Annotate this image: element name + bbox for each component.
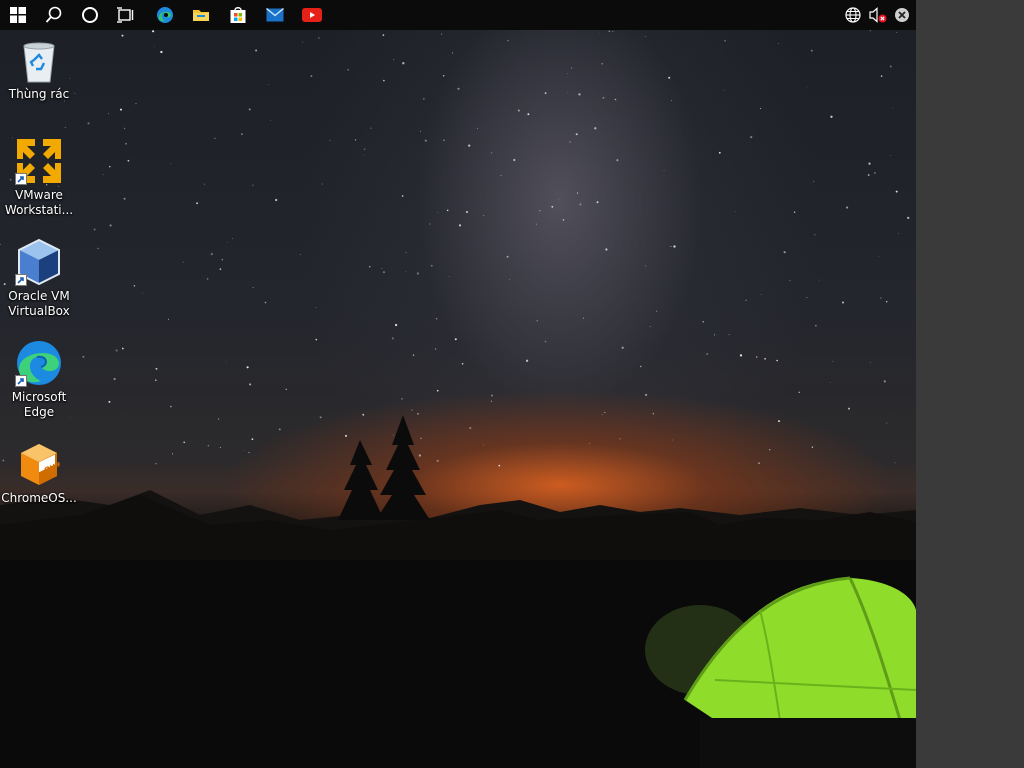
search-icon	[45, 6, 62, 23]
tree-silhouettes	[338, 415, 430, 520]
youtube-button[interactable]	[294, 0, 330, 30]
folder-icon	[193, 10, 209, 21]
start-button[interactable]	[0, 0, 36, 30]
circle-icon	[82, 7, 98, 23]
vmware-icon	[15, 137, 63, 185]
recycle-bin-icon	[15, 36, 63, 84]
side-panel	[916, 0, 1024, 768]
store-icon	[230, 7, 246, 23]
edge-taskbar-button[interactable]	[147, 0, 183, 30]
shortcut-arrow-icon	[15, 375, 27, 387]
close-tray-button[interactable]	[888, 0, 916, 30]
desktop-icon-label: Microsoft Edge	[11, 390, 67, 419]
network-icon	[845, 7, 861, 23]
taskbar	[0, 0, 916, 30]
desktop-icon-label: ChromeOS...	[1, 491, 77, 505]
desktop-icon-vmware[interactable]: VMware Workstati...	[1, 137, 77, 218]
desktop-icon-label: Thùng rác	[8, 87, 70, 101]
virtualbox-icon	[15, 238, 63, 286]
shortcut-arrow-icon	[15, 173, 27, 185]
edge-icon	[15, 339, 63, 387]
search-button[interactable]	[36, 0, 72, 30]
desktop-icon-virtualbox[interactable]: Oracle VM VirtualBox	[1, 238, 77, 319]
volume-muted-icon	[869, 7, 887, 23]
desktop-icon-label: VMware Workstati...	[4, 188, 74, 217]
youtube-icon	[302, 8, 322, 22]
task-view-icon	[117, 7, 134, 23]
file-explorer-button[interactable]	[183, 0, 219, 30]
desktop-icon-label: Oracle VM VirtualBox	[8, 289, 70, 318]
close-circle-icon	[895, 8, 909, 22]
wallpaper	[0, 30, 916, 768]
desktop-icon-edge[interactable]: Microsoft Edge	[1, 339, 77, 420]
store-button[interactable]	[220, 0, 256, 30]
mail-button[interactable]	[257, 0, 293, 30]
task-view-button[interactable]	[108, 0, 144, 30]
desktop[interactable]: Thùng rác VMware Workstati... Oracle VM …	[0, 0, 916, 768]
mail-icon	[266, 8, 284, 22]
windows-logo-icon	[10, 7, 26, 23]
ova-package-icon: ova	[15, 440, 63, 488]
desktop-icon-chromeos-ova[interactable]: ova ChromeOS...	[1, 440, 77, 506]
edge-icon	[157, 7, 173, 23]
desktop-icon-recycle-bin[interactable]: Thùng rác	[1, 36, 77, 102]
cortana-button[interactable]	[72, 0, 108, 30]
shortcut-arrow-icon	[15, 274, 27, 286]
